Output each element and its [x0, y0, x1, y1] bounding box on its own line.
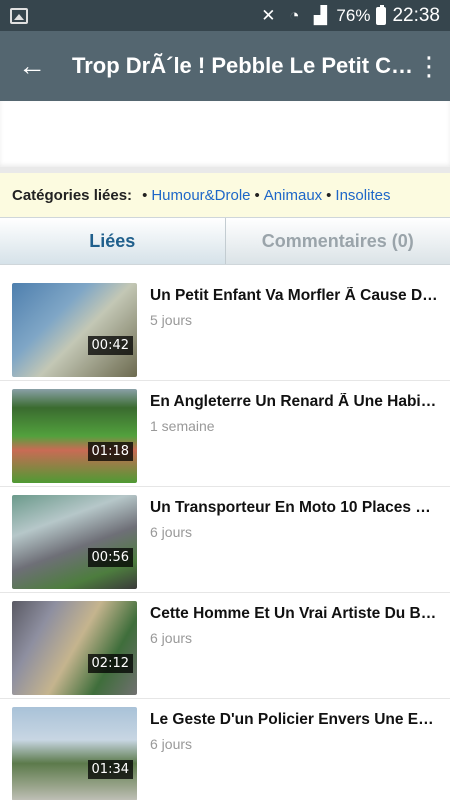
tab-related[interactable]: Liées	[0, 218, 226, 264]
video-thumbnail[interactable]: 00:42	[12, 283, 137, 377]
category-link-animaux[interactable]: Animaux	[264, 187, 322, 204]
video-age: 5 jours	[150, 312, 193, 328]
related-videos-list: 00:42 Un Petit Enfant Va Morfler Ã Cause…	[0, 265, 450, 800]
video-age: 6 jours	[150, 524, 193, 540]
video-list-item[interactable]: 01:18 En Angleterre Un Renard Ã Une Habi…	[0, 381, 450, 487]
gallery-notification-icon	[10, 7, 28, 24]
video-thumbnail[interactable]: 01:18	[12, 389, 137, 483]
video-age: 1 semaine	[150, 418, 215, 434]
video-thumbnail[interactable]: 00:56	[12, 495, 137, 589]
mute-icon: ✕	[261, 5, 276, 25]
bullet-separator: •	[142, 186, 148, 204]
clock: 22:38	[392, 4, 440, 26]
video-duration: 01:34	[87, 760, 133, 779]
bullet-separator: •	[254, 186, 260, 204]
video-list-item[interactable]: 00:42 Un Petit Enfant Va Morfler Ã Cause…	[0, 275, 450, 381]
video-duration: 00:42	[87, 336, 133, 355]
signal-icon: ▟	[313, 5, 327, 25]
video-thumbnail[interactable]: 01:34	[12, 707, 137, 800]
video-duration: 00:56	[87, 548, 133, 567]
status-indicators: ✕ ◔ ▟ 76% 22:38	[258, 0, 440, 31]
video-title[interactable]: Un Petit Enfant Va Morfler Ã Cause D'un	[150, 287, 438, 305]
tab-comments[interactable]: Commentaires (0)	[225, 218, 450, 264]
wifi-icon: ◔	[289, 5, 300, 25]
video-list-item[interactable]: 01:34 Le Geste D'un Policier Envers Une …	[0, 699, 450, 800]
video-duration: 01:18	[87, 442, 133, 461]
video-thumbnail[interactable]: 02:12	[12, 601, 137, 695]
back-arrow-icon[interactable]: ←	[18, 52, 48, 80]
battery-percent: 76%	[336, 5, 371, 25]
app-bar: ← Trop DrÃ´le ! Pebble Le Petit Chien Rê…	[0, 31, 450, 101]
video-title[interactable]: Un Transporteur En Moto 10 Places Pour	[150, 499, 438, 517]
overflow-menu-icon[interactable]: ⋮	[416, 53, 442, 79]
status-bar: ✕ ◔ ▟ 76% 22:38	[0, 0, 450, 31]
page-title: Trop DrÃ´le ! Pebble Le Petit Chien Rêve…	[72, 53, 416, 78]
video-age: 6 jours	[150, 630, 193, 646]
category-link-insolites[interactable]: Insolites	[335, 187, 390, 204]
video-list-item[interactable]: 02:12 Cette Homme Et Un Vrai Artiste Du …	[0, 593, 450, 699]
banner-ad-slot	[0, 101, 450, 173]
video-title[interactable]: En Angleterre Un Renard Ã Une Habitude	[150, 393, 438, 411]
category-link-humour[interactable]: Humour&Drole	[151, 187, 250, 204]
video-list-item[interactable]: 00:56 Un Transporteur En Moto 10 Places …	[0, 487, 450, 593]
related-categories-bar: Catégories liées: • Humour&Drole • Anima…	[0, 173, 450, 217]
video-title[interactable]: Le Geste D'un Policier Envers Une Enfant	[150, 711, 438, 729]
categories-label: Catégories liées:	[12, 186, 133, 204]
video-title[interactable]: Cette Homme Et Un Vrai Artiste Du Bois	[150, 605, 438, 623]
video-age: 6 jours	[150, 736, 193, 752]
battery-icon	[376, 4, 387, 25]
video-duration: 02:12	[87, 654, 133, 673]
tab-bar: Liées Commentaires (0)	[0, 217, 450, 265]
bullet-separator: •	[326, 186, 332, 204]
